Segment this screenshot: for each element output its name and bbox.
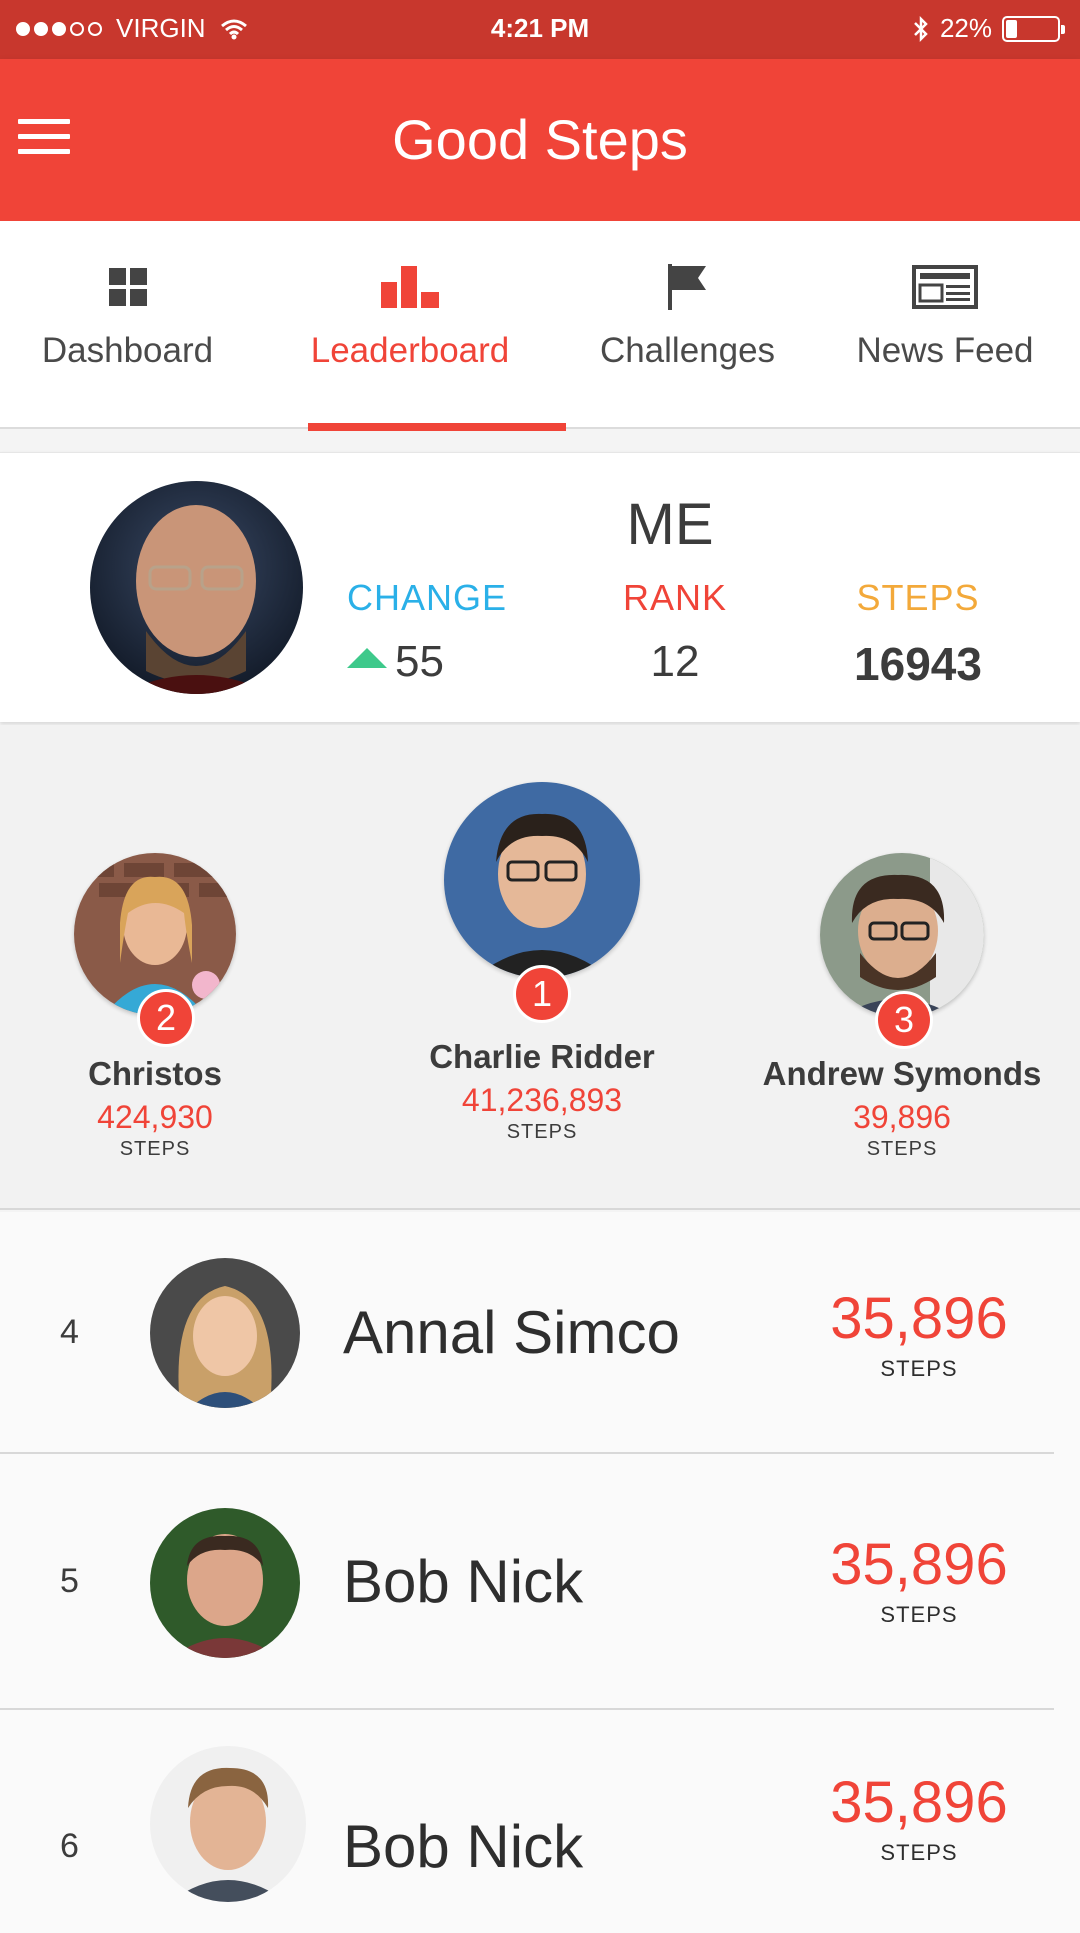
podium-steps-label: STEPS	[866, 1138, 938, 1160]
podium-name: Andrew Symonds	[762, 1055, 1042, 1092]
tab-label: Leaderboard	[310, 331, 510, 370]
list-item[interactable]: 5 Bob Nick 35,896 STEPS	[0, 1454, 1054, 1710]
list-steps: 35,896 STEPS	[824, 1536, 1014, 1628]
grid-icon	[108, 268, 147, 306]
tab-bar: Dashboard Leaderboard Challenges News Fe…	[0, 221, 1080, 431]
change-value: 55	[395, 637, 444, 686]
bar-chart-icon	[381, 266, 439, 308]
tab-label: Challenges	[599, 331, 776, 370]
list-steps: 35,896 STEPS	[824, 1290, 1014, 1382]
list-steps-label: STEPS	[880, 1356, 958, 1381]
podium-name: Christos	[88, 1055, 222, 1092]
podium-steps-label: STEPS	[506, 1121, 578, 1143]
rank-value: 12	[650, 637, 700, 686]
rank-badge: 1	[513, 965, 571, 1023]
avatar	[444, 782, 640, 978]
tab-challenges[interactable]: Challenges	[565, 221, 810, 429]
leaderboard-list: 4 Annal Simco 35,896 STEPS 5 Bob Nick 35…	[0, 1212, 1080, 1933]
change-stat: CHANGE 55	[347, 577, 567, 687]
podium-name: Charlie Ridder	[429, 1038, 655, 1075]
tab-label: News Feed	[856, 331, 1034, 370]
bluetooth-icon	[914, 15, 928, 42]
list-name: Annal Simco	[343, 1298, 680, 1366]
tab-leaderboard[interactable]: Leaderboard	[255, 221, 566, 431]
podium-first[interactable]: 1 Charlie Ridder 41,236,893 STEPS	[402, 782, 682, 1144]
avatar	[150, 1508, 300, 1658]
tab-label: Dashboard	[41, 331, 214, 370]
rank-badge: 2	[137, 989, 195, 1047]
list-item[interactable]: 4 Annal Simco 35,896 STEPS	[0, 1212, 1054, 1454]
steps-value: 16943	[854, 638, 982, 690]
status-bar: VIRGIN 4:21 PM 22%	[0, 0, 1080, 59]
avatar	[150, 1746, 306, 1902]
list-name: Bob Nick	[343, 1547, 584, 1615]
me-title: ME	[626, 492, 714, 557]
tab-dashboard[interactable]: Dashboard	[0, 221, 255, 429]
my-stats-card: ME CHANGE 55 RANK 12 STEPS 16943	[0, 452, 1080, 722]
up-arrow-icon	[347, 648, 387, 668]
podium-steps-label: STEPS	[119, 1138, 191, 1160]
podium-third[interactable]: 3 Andrew Symonds 39,896 STEPS	[752, 853, 1052, 1161]
list-rank: 6	[60, 1826, 79, 1865]
steps-stat: STEPS 16943	[808, 577, 1028, 691]
list-steps-label: STEPS	[880, 1840, 958, 1865]
list-steps-label: STEPS	[880, 1602, 958, 1627]
steps-label: STEPS	[856, 577, 980, 618]
app-title: Good Steps	[392, 108, 688, 171]
podium-steps: 39,896	[853, 1099, 951, 1135]
status-right: 22%	[912, 13, 1065, 44]
podium-second[interactable]: 2 Christos 424,930 STEPS	[25, 853, 285, 1161]
battery-percent: 22%	[939, 13, 992, 43]
podium-steps: 41,236,893	[461, 1082, 623, 1118]
list-rank: 5	[60, 1561, 79, 1600]
avatar	[150, 1258, 300, 1408]
list-steps-value: 35,896	[830, 1532, 1008, 1597]
top-three-podium: 2 Christos 424,930 STEPS 1 Charlie Ridde…	[0, 725, 1080, 1210]
tab-active-indicator	[308, 423, 566, 431]
podium-steps: 424,930	[97, 1099, 213, 1135]
newspaper-icon	[912, 265, 978, 309]
list-rank: 4	[60, 1312, 79, 1351]
list-steps-value: 35,896	[830, 1286, 1008, 1351]
rank-badge: 3	[875, 991, 933, 1049]
change-label: CHANGE	[347, 577, 508, 618]
battery-icon	[1002, 15, 1065, 42]
app-bar: Good Steps	[0, 59, 1080, 221]
list-steps: 35,896 STEPS	[824, 1774, 1014, 1866]
list-name: Bob Nick	[343, 1812, 584, 1880]
flag-icon	[667, 264, 706, 310]
list-steps-value: 35,896	[830, 1770, 1008, 1835]
tab-news-feed[interactable]: News Feed	[810, 221, 1080, 429]
avatar[interactable]	[90, 481, 303, 694]
list-item[interactable]: 6 Bob Nick 35,896 STEPS	[0, 1710, 1054, 1933]
rank-label: RANK	[622, 577, 728, 618]
rank-stat: RANK 12	[565, 577, 785, 687]
